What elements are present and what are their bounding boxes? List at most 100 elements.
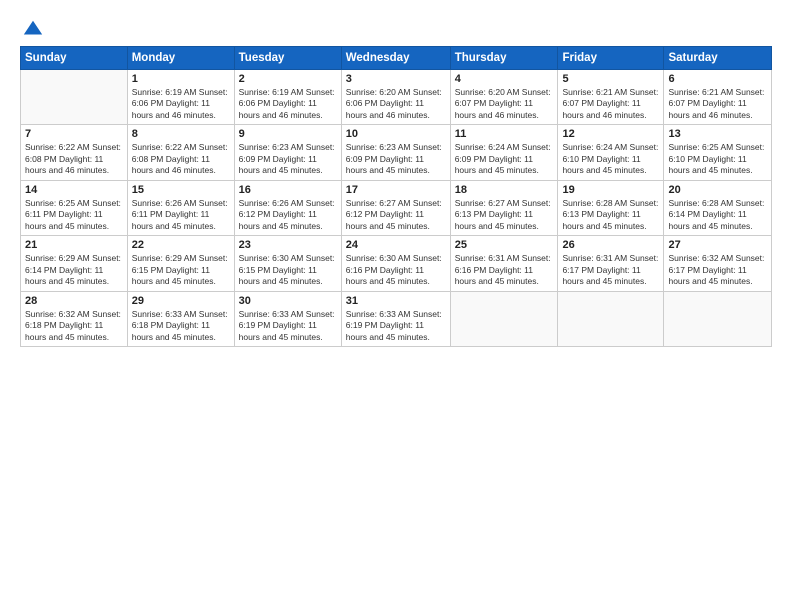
day-info: Sunrise: 6:32 AM Sunset: 6:18 PM Dayligh… [25,309,123,343]
day-number: 20 [668,184,767,196]
day-info: Sunrise: 6:26 AM Sunset: 6:12 PM Dayligh… [239,198,337,232]
calendar-cell [664,291,772,346]
calendar-cell: 12Sunrise: 6:24 AM Sunset: 6:10 PM Dayli… [558,125,664,180]
day-info: Sunrise: 6:23 AM Sunset: 6:09 PM Dayligh… [346,142,446,176]
day-number: 3 [346,73,446,85]
day-number: 26 [562,239,659,251]
day-info: Sunrise: 6:30 AM Sunset: 6:15 PM Dayligh… [239,253,337,287]
calendar-week-row: 28Sunrise: 6:32 AM Sunset: 6:18 PM Dayli… [21,291,772,346]
day-number: 13 [668,128,767,140]
day-number: 31 [346,295,446,307]
calendar-header-wednesday: Wednesday [341,47,450,70]
day-number: 21 [25,239,123,251]
day-number: 18 [455,184,554,196]
logo [20,18,44,36]
day-number: 15 [132,184,230,196]
calendar-cell: 1Sunrise: 6:19 AM Sunset: 6:06 PM Daylig… [127,70,234,125]
day-info: Sunrise: 6:29 AM Sunset: 6:15 PM Dayligh… [132,253,230,287]
calendar-cell: 2 Sunrise: 6:19 AM Sunset: 6:06 PM Daylig… [234,70,341,125]
calendar-header-tuesday: Tuesday [234,47,341,70]
calendar-cell: 7Sunrise: 6:22 AM Sunset: 6:08 PM Daylig… [21,125,128,180]
day-info: Sunrise: 6:27 AM Sunset: 6:12 PM Dayligh… [346,198,446,232]
day-number: 10 [346,128,446,140]
day-info: Sunrise: 6:27 AM Sunset: 6:13 PM Dayligh… [455,198,554,232]
day-number: 1 [132,73,230,85]
day-number: 27 [668,239,767,251]
calendar-cell: 22 Sunrise: 6:29 AM Sunset: 6:15 PM Dayli… [127,236,234,291]
day-number: 30 [239,295,337,307]
day-info: Sunrise: 6:33 AM Sunset: 6:18 PM Dayligh… [132,309,230,343]
calendar-cell: 31 Sunrise: 6:33 AM Sunset: 6:19 PM Dayli… [341,291,450,346]
day-number: 6 [668,73,767,85]
day-info: Sunrise: 6:30 AM Sunset: 6:16 PM Dayligh… [346,253,446,287]
calendar-cell: 16Sunrise: 6:26 AM Sunset: 6:12 PM Dayli… [234,180,341,235]
day-number: 7 [25,128,123,140]
calendar-cell: 27 Sunrise: 6:32 AM Sunset: 6:17 PM Dayli… [664,236,772,291]
day-info: Sunrise: 6:21 AM Sunset: 6:07 PM Dayligh… [562,87,659,121]
calendar-week-row: 14Sunrise: 6:25 AM Sunset: 6:11 PM Dayli… [21,180,772,235]
day-info: Sunrise: 6:28 AM Sunset: 6:13 PM Dayligh… [562,198,659,232]
day-number: 8 [132,128,230,140]
calendar-header-row: SundayMondayTuesdayWednesdayThursdayFrid… [21,47,772,70]
day-info: Sunrise: 6:31 AM Sunset: 6:17 PM Dayligh… [562,253,659,287]
day-info: Sunrise: 6:29 AM Sunset: 6:14 PM Dayligh… [25,253,123,287]
day-number: 22 [132,239,230,251]
calendar-cell: 29 Sunrise: 6:33 AM Sunset: 6:18 PM Dayli… [127,291,234,346]
day-number: 11 [455,128,554,140]
day-info: Sunrise: 6:25 AM Sunset: 6:10 PM Dayligh… [668,142,767,176]
day-number: 17 [346,184,446,196]
day-number: 19 [562,184,659,196]
day-info: Sunrise: 6:33 AM Sunset: 6:19 PM Dayligh… [239,309,337,343]
day-info: Sunrise: 6:23 AM Sunset: 6:09 PM Dayligh… [239,142,337,176]
calendar-cell: 11 Sunrise: 6:24 AM Sunset: 6:09 PM Dayli… [450,125,558,180]
calendar-cell: 3 Sunrise: 6:20 AM Sunset: 6:06 PM Daylig… [341,70,450,125]
calendar-week-row: 1 Sunrise: 6:19 AM Sunset: 6:06 PM Daylig… [21,70,772,125]
calendar-cell: 15 Sunrise: 6:26 AM Sunset: 6:11 PM Dayli… [127,180,234,235]
day-info: Sunrise: 6:26 AM Sunset: 6:11 PM Dayligh… [132,198,230,232]
calendar-cell [450,291,558,346]
calendar-week-row: 21 Sunrise: 6:29 AM Sunset: 6:14 PM Dayli… [21,236,772,291]
calendar-cell [558,291,664,346]
logo-icon [22,18,44,40]
calendar-cell: 10 Sunrise: 6:23 AM Sunset: 6:09 PM Dayli… [341,125,450,180]
calendar-header-monday: Monday [127,47,234,70]
calendar-cell: 24Sunrise: 6:30 AM Sunset: 6:16 PM Dayli… [341,236,450,291]
calendar-cell: 6 Sunrise: 6:21 AM Sunset: 6:07 PM Daylig… [664,70,772,125]
day-info: Sunrise: 6:33 AM Sunset: 6:19 PM Dayligh… [346,309,446,343]
page: SundayMondayTuesdayWednesdayThursdayFrid… [0,0,792,612]
day-info: Sunrise: 6:21 AM Sunset: 6:07 PM Dayligh… [668,87,767,121]
day-number: 25 [455,239,554,251]
day-info: Sunrise: 6:32 AM Sunset: 6:17 PM Dayligh… [668,253,767,287]
calendar-cell: 13 Sunrise: 6:25 AM Sunset: 6:10 PM Dayli… [664,125,772,180]
day-info: Sunrise: 6:19 AM Sunset: 6:06 PM Dayligh… [239,87,337,121]
calendar-header-sunday: Sunday [21,47,128,70]
calendar-header-thursday: Thursday [450,47,558,70]
calendar-header-friday: Friday [558,47,664,70]
calendar-week-row: 7 Sunrise: 6:22 AM Sunset: 6:08 PM Daylig… [21,125,772,180]
day-info: Sunrise: 6:31 AM Sunset: 6:16 PM Dayligh… [455,253,554,287]
calendar-cell: 5 Sunrise: 6:21 AM Sunset: 6:07 PM Daylig… [558,70,664,125]
day-info: Sunrise: 6:24 AM Sunset: 6:10 PM Dayligh… [562,142,659,176]
day-info: Sunrise: 6:28 AM Sunset: 6:14 PM Dayligh… [668,198,767,232]
day-number: 29 [132,295,230,307]
day-info: Sunrise: 6:22 AM Sunset: 6:08 PM Dayligh… [132,142,230,176]
calendar-header-saturday: Saturday [664,47,772,70]
day-info: Sunrise: 6:20 AM Sunset: 6:07 PM Dayligh… [455,87,554,121]
day-number: 14 [25,184,123,196]
calendar-cell: 17 Sunrise: 6:27 AM Sunset: 6:12 PM Dayli… [341,180,450,235]
day-info: Sunrise: 6:20 AM Sunset: 6:06 PM Dayligh… [346,87,446,121]
calendar-cell: 9 Sunrise: 6:23 AM Sunset: 6:09 PM Daylig… [234,125,341,180]
calendar-cell: 8 Sunrise: 6:22 AM Sunset: 6:08 PM Daylig… [127,125,234,180]
calendar-cell: 25 Sunrise: 6:31 AM Sunset: 6:16 PM Dayli… [450,236,558,291]
day-number: 5 [562,73,659,85]
day-info: Sunrise: 6:24 AM Sunset: 6:09 PM Dayligh… [455,142,554,176]
day-number: 2 [239,73,337,85]
calendar-cell: 30 Sunrise: 6:33 AM Sunset: 6:19 PM Dayli… [234,291,341,346]
calendar-cell: 18 Sunrise: 6:27 AM Sunset: 6:13 PM Dayli… [450,180,558,235]
day-number: 9 [239,128,337,140]
calendar-cell [21,70,128,125]
calendar-cell: 4 Sunrise: 6:20 AM Sunset: 6:07 PM Daylig… [450,70,558,125]
header [20,18,772,36]
day-number: 4 [455,73,554,85]
day-number: 23 [239,239,337,251]
